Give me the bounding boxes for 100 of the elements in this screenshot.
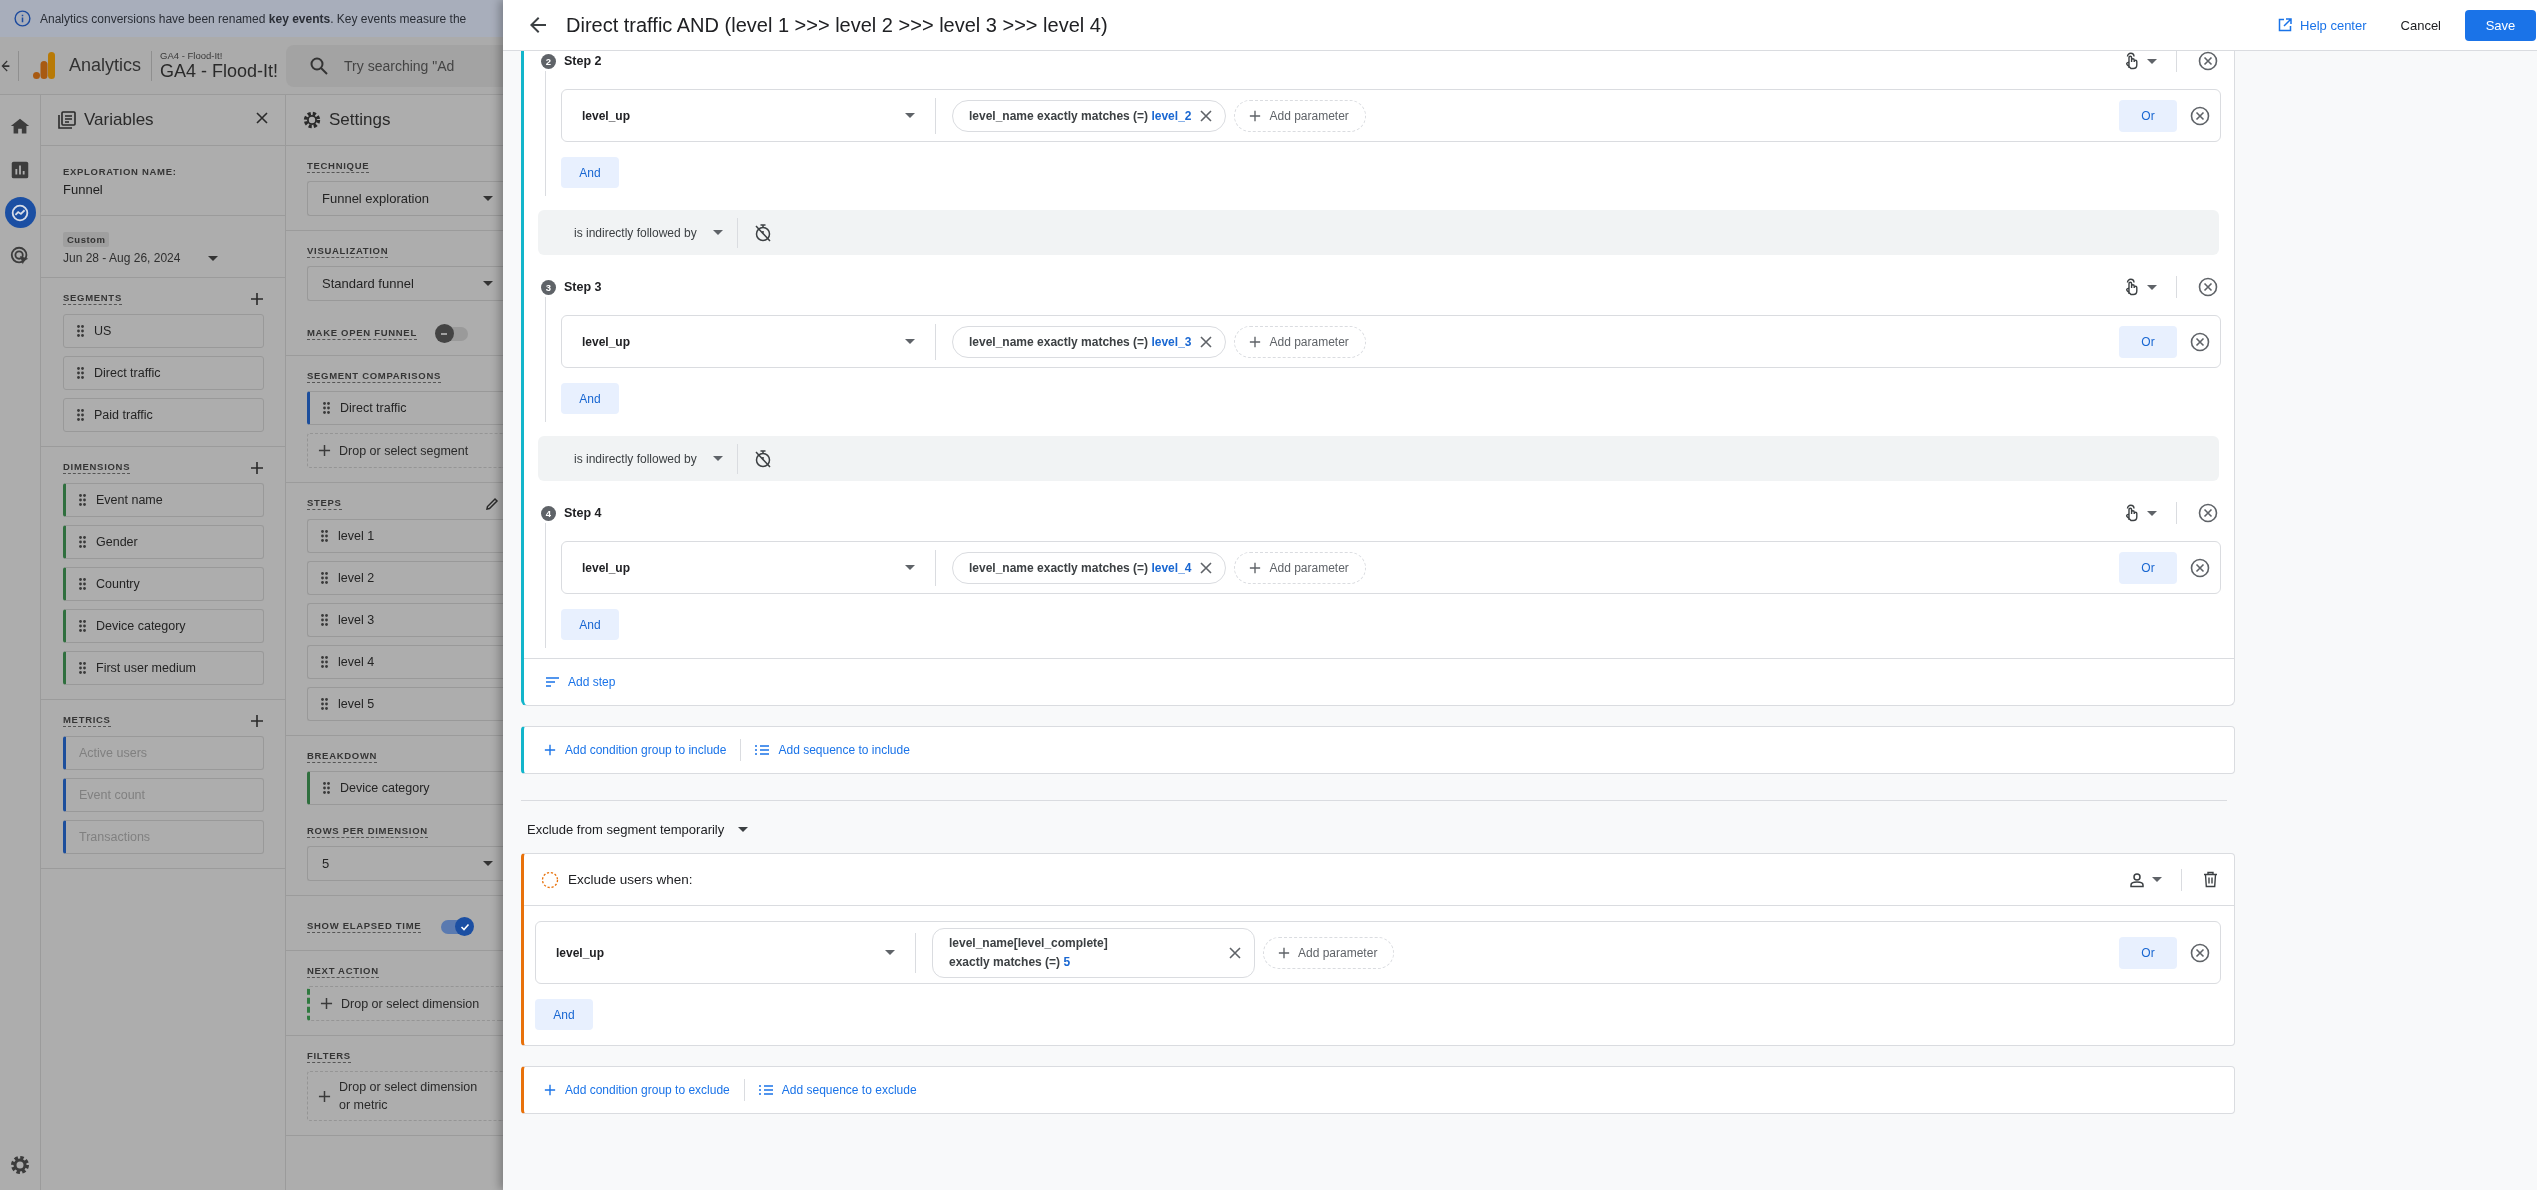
remove-icon[interactable] — [1228, 945, 1242, 960]
drag-handle-icon[interactable] — [321, 614, 328, 626]
remove-condition-icon[interactable] — [2190, 942, 2210, 963]
and-button[interactable]: And — [561, 609, 619, 640]
check-icon — [459, 921, 470, 932]
exploration-name[interactable]: Funnel — [63, 182, 264, 197]
chip-item[interactable]: level 4 — [307, 645, 503, 679]
chip-item[interactable]: Country — [63, 567, 264, 601]
and-button[interactable]: And — [561, 157, 619, 188]
caret-icon — [712, 456, 723, 461]
chip-item[interactable]: Direct traffic — [63, 356, 264, 390]
event-dropdown[interactable]: level_up — [562, 97, 936, 134]
drag-handle-icon[interactable] — [323, 402, 330, 414]
event-dropdown[interactable]: level_up — [562, 549, 936, 586]
scope-selector[interactable] — [2124, 278, 2157, 296]
toggle-switch[interactable] — [436, 327, 468, 341]
drag-handle-icon[interactable] — [79, 662, 86, 674]
remove-condition-icon[interactable] — [2190, 557, 2210, 578]
chip-item[interactable]: Paid traffic — [63, 398, 264, 432]
add-condition-group-link[interactable]: Add condition group to include — [544, 743, 727, 757]
drag-handle-icon[interactable] — [79, 620, 86, 632]
plus-icon — [1278, 946, 1290, 959]
remove-condition-icon[interactable] — [2190, 331, 2210, 352]
numbered-list-icon — [755, 744, 770, 756]
property-name[interactable]: GA4 - Flood-It! — [160, 60, 279, 82]
product-name: Analytics — [69, 55, 142, 76]
chip-item[interactable]: level 5 — [307, 687, 503, 721]
back-arrow-icon[interactable] — [530, 17, 546, 33]
drag-handle-icon[interactable] — [321, 656, 328, 668]
chip-item[interactable]: US — [63, 314, 264, 348]
drag-handle-icon[interactable] — [321, 572, 328, 584]
drag-handle-icon[interactable] — [77, 325, 84, 337]
scope-selector[interactable] — [2124, 504, 2157, 522]
chip-item[interactable]: level 3 — [307, 603, 503, 637]
drag-handle-icon[interactable] — [321, 530, 328, 542]
dropdown[interactable]: Standard funnel — [307, 266, 503, 301]
exclude-mode-dropdown[interactable]: Exclude from segment temporarily — [527, 822, 749, 837]
drag-handle-icon[interactable] — [79, 578, 86, 590]
panel-title: Variables — [84, 110, 154, 130]
dropdown[interactable]: Funnel exploration — [307, 181, 503, 216]
section-label: DIMENSIONS — [63, 461, 131, 474]
chip-item[interactable]: Gender — [63, 525, 264, 559]
remove-condition-icon[interactable] — [2190, 105, 2210, 126]
plus-icon — [1249, 335, 1262, 348]
and-button[interactable]: And — [561, 383, 619, 414]
scope-selector[interactable] — [2129, 871, 2162, 888]
trend-chart-icon[interactable] — [4, 197, 36, 228]
chip-item[interactable]: Device category — [63, 609, 264, 643]
chip-item[interactable]: level 1 — [307, 519, 503, 553]
cancel-button[interactable]: Cancel — [2400, 9, 2441, 41]
drag-handle-icon[interactable] — [79, 494, 86, 506]
open-external-icon — [2278, 18, 2293, 32]
section-label: BREAKDOWN — [307, 750, 378, 763]
event-dropdown[interactable]: level_up — [536, 932, 916, 973]
drag-handle-icon[interactable] — [79, 536, 86, 548]
add-sequence-link[interactable]: Add sequence to include — [755, 743, 910, 757]
connector-dropdown[interactable]: is indirectly followed by — [538, 217, 738, 248]
section-label: EXPLORATION NAME: — [63, 166, 177, 178]
add-condition-group-link[interactable]: Add condition group to exclude — [544, 1083, 730, 1097]
banner-message: Analytics conversions have been renamed key events. Key events measure the — [40, 11, 467, 26]
toggle-switch[interactable] — [441, 920, 473, 934]
info-icon — [14, 10, 31, 27]
timer-off-icon[interactable] — [753, 448, 772, 469]
remove-icon[interactable] — [1199, 108, 1214, 123]
or-button[interactable]: Or — [2119, 99, 2177, 132]
back-arrow-icon[interactable] — [0, 58, 10, 73]
date-range-picker[interactable]: Jun 28 - Aug 26, 2024 — [63, 251, 264, 265]
scope-selector[interactable] — [2124, 52, 2157, 70]
add-sequence-link[interactable]: Add sequence to exclude — [758, 1083, 917, 1097]
search-field[interactable]: Try searching "Ad — [286, 44, 503, 87]
add-step-link[interactable]: Add step — [546, 675, 616, 689]
or-button[interactable]: Or — [2119, 551, 2177, 584]
drag-handle-icon[interactable] — [77, 367, 84, 379]
drag-handle-icon[interactable] — [321, 698, 328, 710]
pencil-icon[interactable] — [485, 497, 499, 511]
event-dropdown[interactable]: level_up — [562, 323, 936, 360]
connector-dropdown[interactable]: is indirectly followed by — [538, 443, 738, 474]
drag-handle-icon[interactable] — [77, 409, 84, 421]
drag-handle-icon[interactable] — [323, 782, 330, 794]
chip-item[interactable]: First user medium — [63, 651, 264, 685]
chip-item[interactable]: level 2 — [307, 561, 503, 595]
or-button[interactable]: Or — [2119, 325, 2177, 358]
dropdown[interactable]: 5 — [307, 846, 503, 881]
settings-icon[interactable] — [9, 1154, 31, 1176]
condition-chip[interactable]: level_name[level_complete] exactly matches (=) 5 — [932, 927, 1255, 978]
trash-icon[interactable] — [2203, 871, 2218, 888]
or-button[interactable]: Or — [2119, 936, 2177, 969]
remove-step-icon[interactable] — [2198, 277, 2218, 297]
remove-icon[interactable] — [1199, 560, 1214, 575]
help-center-link[interactable]: Help center — [2278, 17, 2367, 33]
timer-off-icon[interactable] — [753, 222, 772, 243]
and-button[interactable]: And — [535, 999, 593, 1030]
add-icon — [250, 461, 264, 475]
save-button[interactable]: Save — [2465, 9, 2536, 41]
step-label: Step 4 — [564, 506, 602, 520]
remove-step-icon[interactable] — [2198, 503, 2218, 523]
remove-icon[interactable] — [1199, 334, 1214, 349]
close-icon[interactable] — [255, 111, 269, 125]
remove-step-icon[interactable] — [2198, 51, 2218, 71]
chip-item[interactable]: Event name — [63, 483, 264, 517]
